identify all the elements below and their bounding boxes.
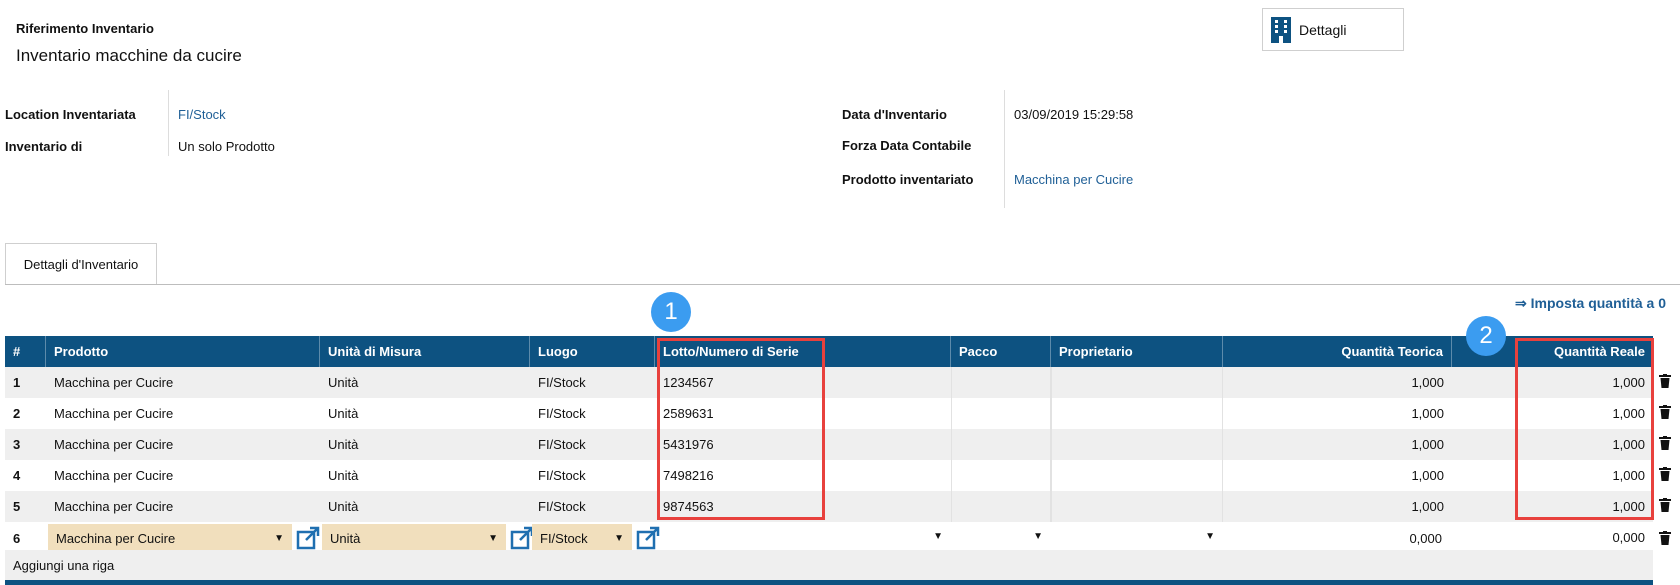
add-row-link[interactable]: Aggiungi una riga xyxy=(5,550,1653,581)
table-row[interactable]: 3 Macchina per Cucire Unità FI/Stock 5431976… xyxy=(5,429,1653,460)
details-button-label: Dettagli xyxy=(1299,21,1347,38)
cell-prodotto: Macchina per Cucire xyxy=(54,437,174,452)
trash-icon[interactable] xyxy=(1659,531,1671,545)
location-link[interactable]: FI/Stock xyxy=(178,107,226,122)
cell-prodotto: Macchina per Cucire xyxy=(54,468,174,483)
prodotto-select-value: Macchina per Cucire xyxy=(56,530,176,546)
cell-pacco xyxy=(951,460,1051,491)
caret-down-icon: ▼ xyxy=(933,531,943,542)
col-proprietario[interactable]: Proprietario xyxy=(1051,336,1223,367)
data-value[interactable]: 03/09/2019 15:29:58 xyxy=(1014,107,1133,122)
cell-pacco xyxy=(951,367,1051,398)
teorica-input[interactable]: 0,000 xyxy=(1225,524,1450,552)
cell-teorica: 1,000 xyxy=(1411,468,1444,483)
external-link-icon[interactable] xyxy=(636,526,660,550)
trash-icon[interactable] xyxy=(1659,467,1671,481)
annotation-badge-1: 1 xyxy=(651,292,691,332)
highlight-box-reale xyxy=(1515,338,1654,520)
cell-proprietario xyxy=(1051,398,1223,429)
cell-teorica: 1,000 xyxy=(1411,437,1444,452)
row-num: 4 xyxy=(13,468,21,483)
caret-down-icon: ▼ xyxy=(1205,531,1215,542)
cell-unita: Unità xyxy=(328,499,359,514)
prodotto-select[interactable]: Macchina per Cucire ▼ xyxy=(48,524,292,552)
col-unita[interactable]: Unità di Misura xyxy=(320,336,530,367)
inventario-di-value[interactable]: Un solo Prodotto xyxy=(178,139,275,154)
luogo-select[interactable]: FI/Stock ▼ xyxy=(532,524,632,552)
cell-luogo: FI/Stock xyxy=(538,437,586,452)
cell-unita: Unità xyxy=(328,468,359,483)
data-label: Data d'Inventario xyxy=(842,107,947,122)
cell-unita: Unità xyxy=(328,437,359,452)
cell-luogo: FI/Stock xyxy=(538,406,586,421)
cell-luogo: FI/Stock xyxy=(538,375,586,390)
table-row[interactable]: 1 Macchina per Cucire Unità FI/Stock 1234567… xyxy=(5,367,1653,398)
col-num: # xyxy=(5,336,46,367)
cell-prodotto: Macchina per Cucire xyxy=(54,375,174,390)
reference-label: Riferimento Inventario xyxy=(16,21,154,36)
separator xyxy=(168,90,169,156)
inventario-di-label: Inventario di xyxy=(5,139,83,154)
unita-select[interactable]: Unità ▼ xyxy=(322,524,506,552)
cell-proprietario xyxy=(1051,491,1223,522)
tab-label: Dettagli d'Inventario xyxy=(23,257,139,272)
table-row[interactable]: 2 Macchina per Cucire Unità FI/Stock 2589631… xyxy=(5,398,1653,429)
trash-icon[interactable] xyxy=(1659,436,1671,450)
trash-icon[interactable] xyxy=(1659,374,1671,388)
annotation-badge-2: 2 xyxy=(1466,316,1506,356)
unita-select-value: Unità xyxy=(330,530,361,546)
caret-down-icon: ▼ xyxy=(1033,531,1043,542)
col-prodotto[interactable]: Prodotto xyxy=(46,336,320,367)
cell-luogo: FI/Stock xyxy=(538,468,586,483)
cell-unita: Unità xyxy=(328,406,359,421)
cell-pacco xyxy=(951,429,1051,460)
table-footer-bar xyxy=(5,580,1653,585)
col-teorica[interactable]: Quantità Teorica xyxy=(1223,336,1452,367)
cell-prodotto: Macchina per Cucire xyxy=(54,406,174,421)
luogo-select-value: FI/Stock xyxy=(540,530,588,546)
row-num: 2 xyxy=(13,406,21,421)
caret-down-icon: ▼ xyxy=(614,533,624,544)
trash-icon[interactable] xyxy=(1659,498,1671,512)
table-row[interactable]: 5 Macchina per Cucire Unità FI/Stock 9874563… xyxy=(5,491,1653,522)
caret-down-icon: ▼ xyxy=(274,533,284,544)
cell-teorica: 1,000 xyxy=(1411,375,1444,390)
location-label: Location Inventariata xyxy=(5,107,136,122)
trash-icon[interactable] xyxy=(1659,405,1671,419)
building-icon xyxy=(1271,16,1291,43)
cell-proprietario xyxy=(1051,429,1223,460)
external-link-icon[interactable] xyxy=(296,526,320,550)
forza-data-label: Forza Data Contabile xyxy=(842,138,972,153)
tab-dettagli-inventario[interactable]: Dettagli d'Inventario xyxy=(5,243,157,285)
prodotto-link[interactable]: Macchina per Cucire xyxy=(1014,172,1133,187)
prodotto-label: Prodotto inventariato xyxy=(842,172,974,187)
table-header: # Prodotto Unità di Misura Luogo Lotto/N… xyxy=(5,336,1653,367)
col-luogo[interactable]: Luogo xyxy=(530,336,655,367)
col-pacco[interactable]: Pacco xyxy=(951,336,1051,367)
row-num: 3 xyxy=(13,437,21,452)
cell-pacco xyxy=(951,398,1051,429)
details-button[interactable]: Dettagli xyxy=(1262,8,1404,51)
cell-proprietario xyxy=(1051,367,1223,398)
cell-teorica: 1,000 xyxy=(1411,499,1444,514)
highlight-box-lotto xyxy=(657,338,825,520)
row-num: 5 xyxy=(13,499,21,514)
external-link-icon[interactable] xyxy=(510,526,534,550)
cell-luogo: FI/Stock xyxy=(538,499,586,514)
cell-prodotto: Macchina per Cucire xyxy=(54,499,174,514)
tab-divider xyxy=(5,284,1680,285)
row-num: 1 xyxy=(13,375,21,390)
caret-down-icon: ▼ xyxy=(488,533,498,544)
separator xyxy=(1004,90,1005,208)
table-row[interactable]: 4 Macchina per Cucire Unità FI/Stock 7498216… xyxy=(5,460,1653,491)
cell-unita: Unità xyxy=(328,375,359,390)
cell-proprietario xyxy=(1051,460,1223,491)
cell-pacco xyxy=(951,491,1051,522)
cell-teorica: 1,000 xyxy=(1411,406,1444,421)
page-title: Inventario macchine da cucire xyxy=(16,46,242,65)
set-quantity-zero-link[interactable]: ⇒ Imposta quantità a 0 xyxy=(1515,295,1666,312)
